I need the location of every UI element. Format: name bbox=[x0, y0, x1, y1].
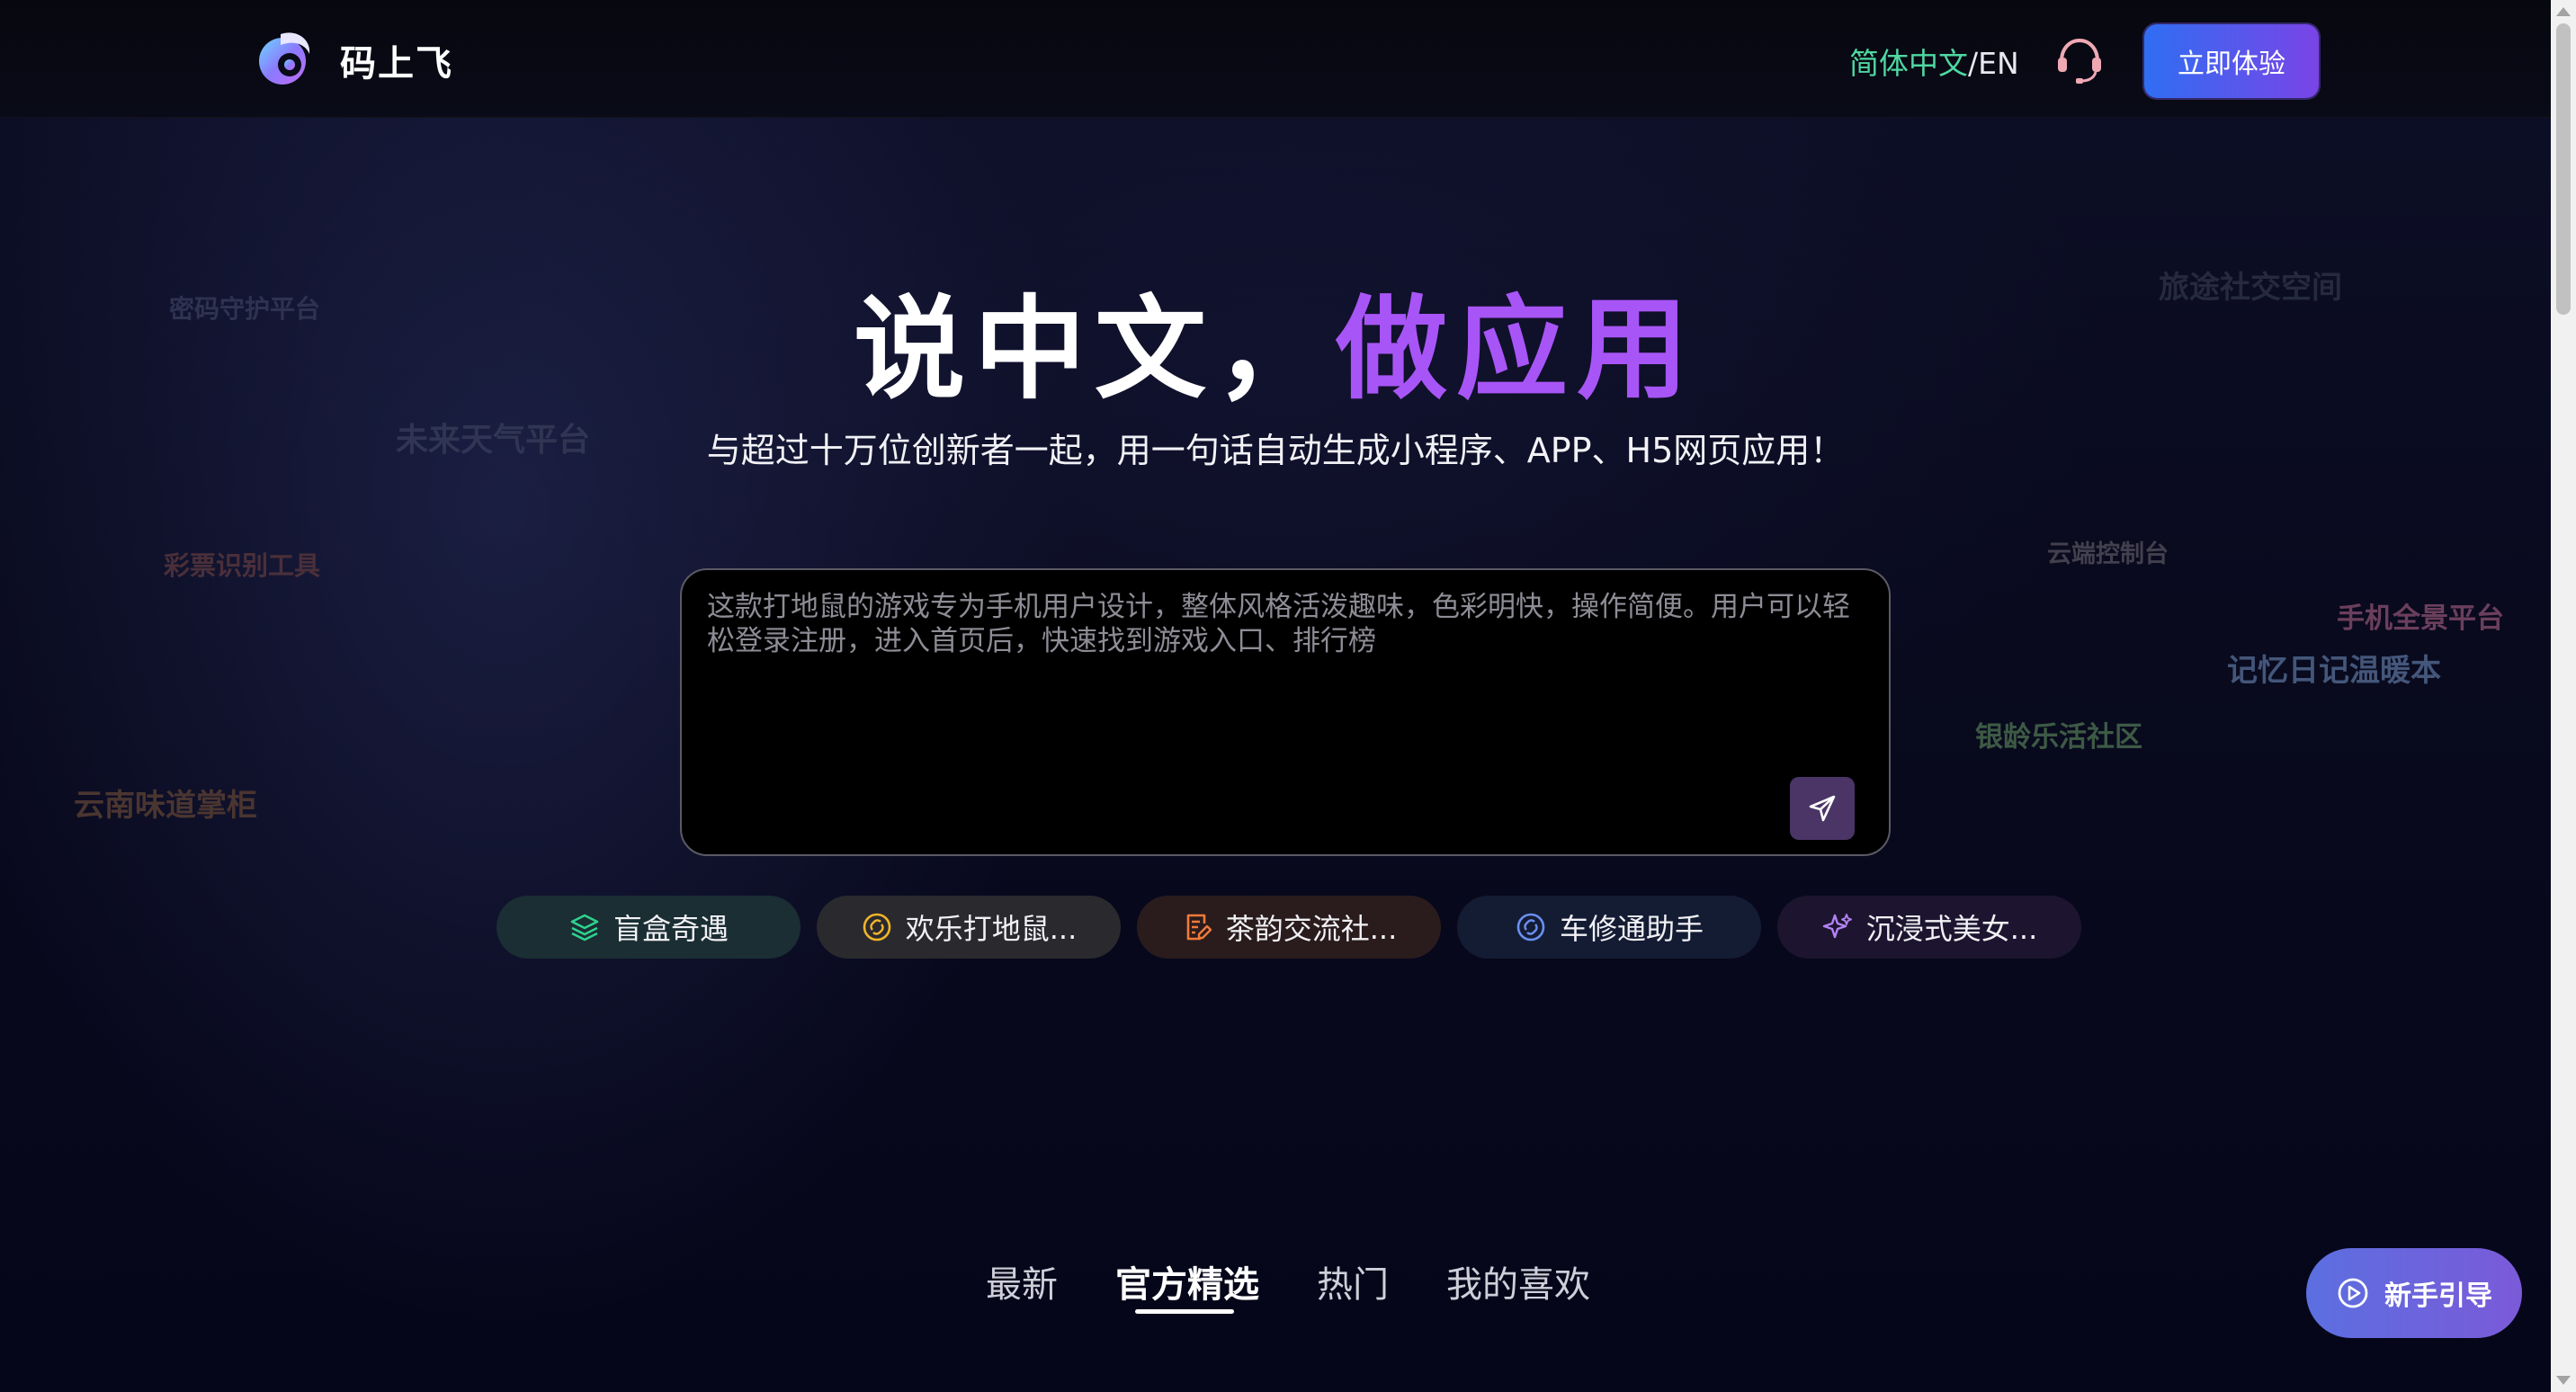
page-scrollbar[interactable] bbox=[2551, 0, 2576, 1392]
guide-label: 新手引导 bbox=[2384, 1280, 2492, 1312]
tab-official-picks[interactable]: 官方精选 bbox=[1115, 1255, 1259, 1307]
floating-word: 云端控制台 bbox=[2047, 540, 2169, 568]
tab-latest[interactable]: 最新 bbox=[986, 1255, 1058, 1307]
example-chip[interactable]: 欢乐打地鼠... bbox=[817, 896, 1121, 959]
link-icon bbox=[1516, 913, 1545, 941]
example-chip[interactable]: 茶韵交流社... bbox=[1137, 896, 1441, 959]
chip-label: 车修通助手 bbox=[1559, 912, 1704, 946]
chip-label: 沉浸式美女... bbox=[1865, 912, 2038, 946]
hero-title-accent: 做应用 bbox=[1336, 285, 1698, 415]
play-circle-icon bbox=[2338, 1278, 2368, 1308]
active-tab-indicator bbox=[1135, 1309, 1234, 1314]
hero-title-main: 说中文， bbox=[853, 285, 1336, 415]
hero-title: 说中文，做应用 bbox=[0, 282, 2551, 417]
scroll-down-icon[interactable] bbox=[2556, 1376, 2571, 1385]
scroll-up-icon[interactable] bbox=[2556, 7, 2571, 16]
floating-word: 云南味道掌柜 bbox=[74, 788, 257, 824]
lang-separator: / bbox=[1968, 46, 1979, 81]
hero-subtitle: 与超过十万位创新者一起，用一句话自动生成小程序、APP、H5网页应用！ bbox=[706, 431, 1845, 470]
brand-logo-icon[interactable] bbox=[254, 27, 317, 90]
edit-doc-icon bbox=[1186, 914, 1212, 941]
send-icon bbox=[1809, 795, 1836, 822]
brand-name[interactable]: 码上飞 bbox=[340, 34, 453, 86]
lang-option-zh[interactable]: 简体中文 bbox=[1849, 46, 1968, 81]
lang-option-en[interactable]: EN bbox=[1978, 46, 2019, 81]
send-button[interactable] bbox=[1790, 777, 1855, 840]
language-switcher[interactable]: 简体中文/EN bbox=[1849, 40, 2019, 83]
chip-label: 欢乐打地鼠... bbox=[905, 912, 1078, 946]
sparkle-icon bbox=[1822, 914, 1852, 939]
floating-word: 银龄乐活社区 bbox=[1975, 721, 2142, 754]
example-chip[interactable]: 沉浸式美女... bbox=[1777, 896, 2081, 959]
scrollbar-thumb[interactable] bbox=[2556, 23, 2571, 315]
layers-icon bbox=[570, 914, 599, 941]
tab-popular[interactable]: 热门 bbox=[1317, 1255, 1389, 1307]
top-navbar: 码上飞 简体中文/EN 立即体验 bbox=[0, 0, 2551, 118]
link-icon bbox=[863, 913, 891, 941]
example-chip[interactable]: 车修通助手 bbox=[1457, 896, 1761, 959]
chip-label: 茶韵交流社... bbox=[1225, 912, 1398, 946]
headset-icon[interactable] bbox=[2053, 32, 2106, 86]
beginner-guide-button[interactable]: 新手引导 bbox=[2306, 1248, 2522, 1338]
example-chip[interactable]: 盲盒奇遇 bbox=[496, 896, 801, 959]
floating-word: 彩票识别工具 bbox=[164, 550, 321, 581]
prompt-box bbox=[680, 568, 1891, 856]
try-now-button[interactable]: 立即体验 bbox=[2144, 24, 2319, 98]
floating-word: 记忆日记温暖本 bbox=[2227, 653, 2441, 689]
chip-label: 盲盒奇遇 bbox=[613, 912, 729, 946]
tab-my-favorites[interactable]: 我的喜欢 bbox=[1446, 1255, 1590, 1307]
prompt-input[interactable] bbox=[705, 588, 1869, 772]
floating-word: 手机全景平台 bbox=[2337, 602, 2504, 635]
